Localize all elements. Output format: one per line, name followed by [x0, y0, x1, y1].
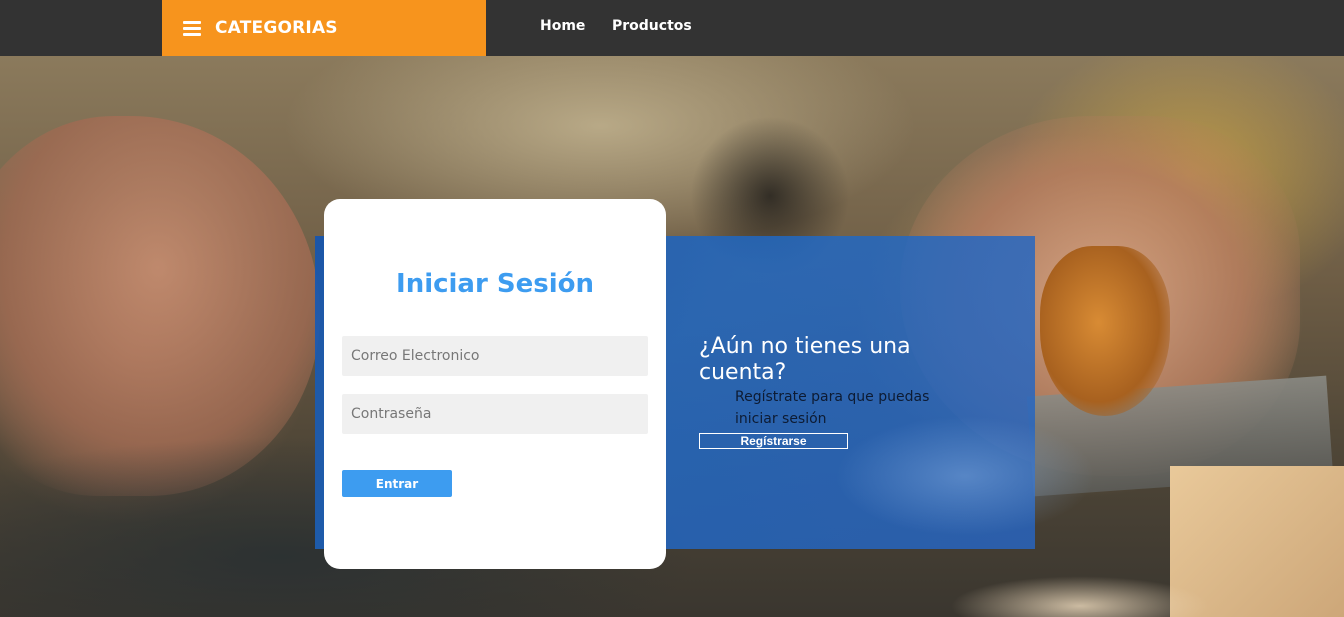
- categories-menu-button[interactable]: CATEGORIAS: [162, 0, 486, 56]
- hamburger-icon: [183, 20, 201, 36]
- register-title: ¿Aún no tienes una cuenta?: [699, 334, 911, 385]
- register-description: Regístrate para que puedas iniciar sesió…: [735, 389, 930, 427]
- login-title: Iniciar Sesión: [396, 269, 594, 299]
- login-submit-button[interactable]: Entrar: [342, 470, 452, 497]
- photo-wood-handle: [1040, 246, 1170, 416]
- categories-label: CATEGORIAS: [215, 18, 338, 38]
- register-button[interactable]: Regístrarse: [699, 433, 848, 449]
- nav-link-productos[interactable]: Productos: [612, 18, 692, 34]
- password-input[interactable]: [342, 394, 648, 434]
- login-card: Iniciar Sesión Entrar: [324, 199, 666, 569]
- nav-link-home[interactable]: Home: [540, 18, 585, 34]
- email-input[interactable]: [342, 336, 648, 376]
- top-navbar: CATEGORIAS Home Productos: [0, 0, 1344, 56]
- panel-glow: [835, 416, 1095, 536]
